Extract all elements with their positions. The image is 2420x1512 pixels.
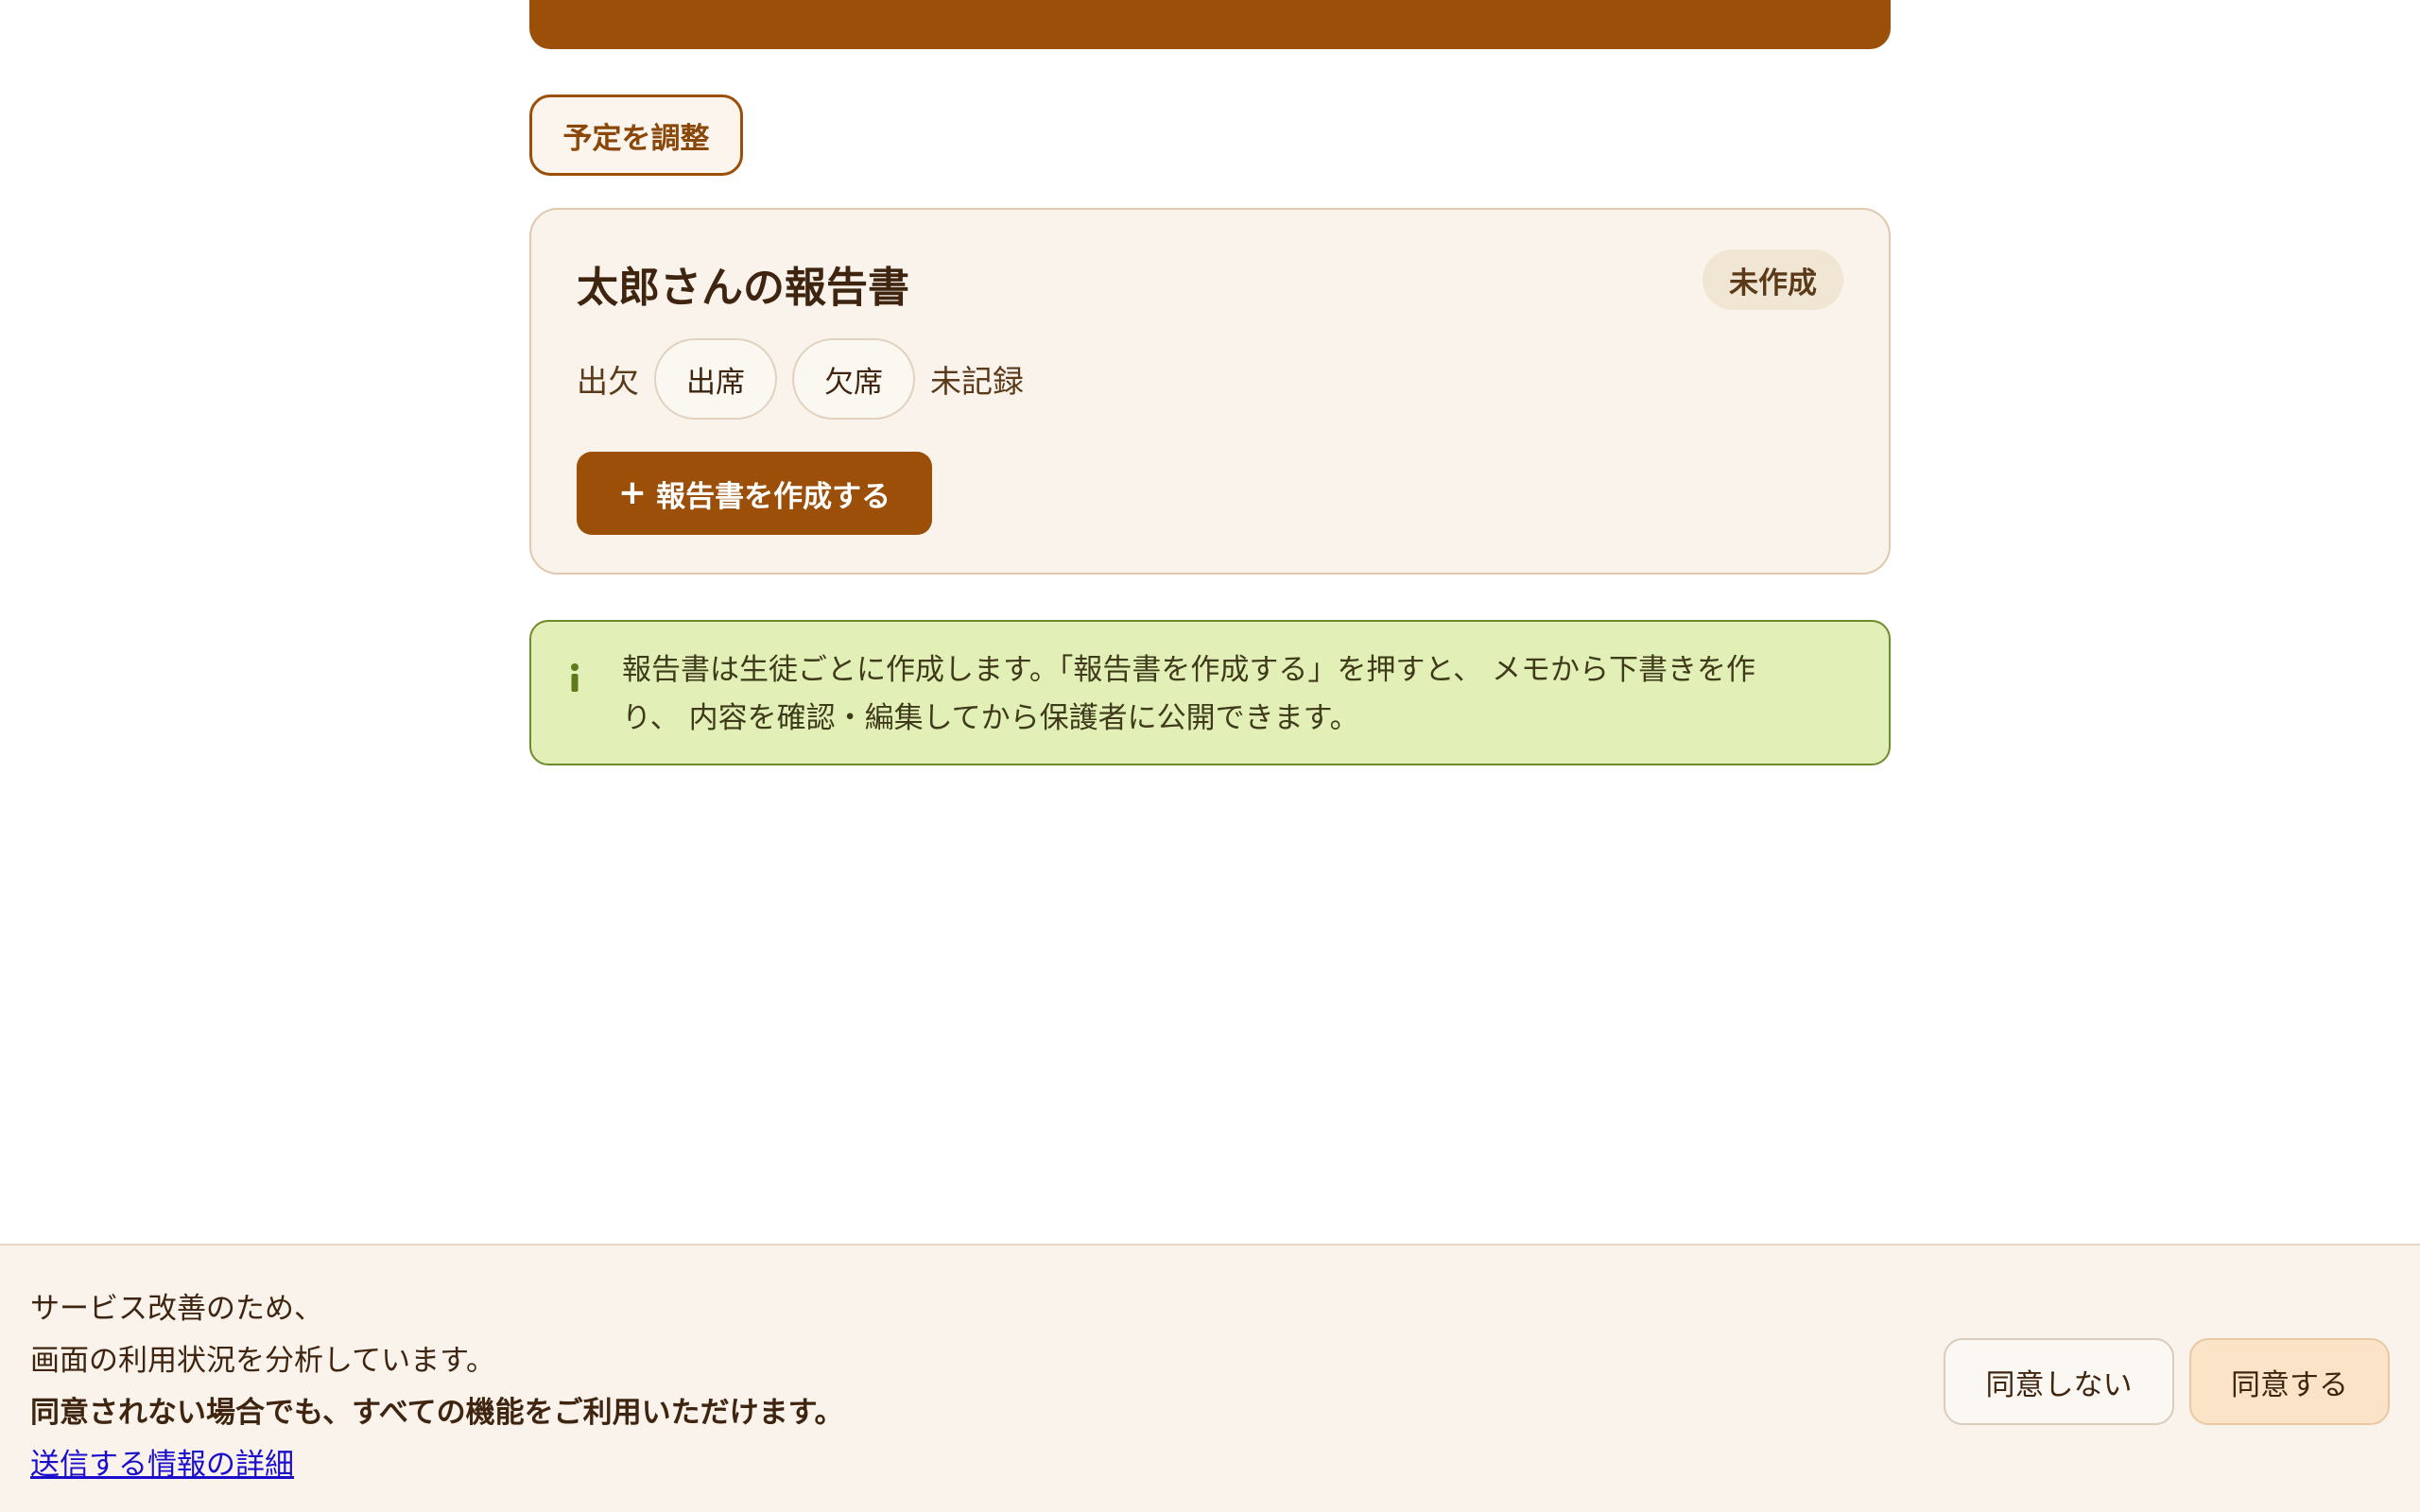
status-badge: 未作成 [1703,249,1843,310]
report-card: 太郎さんの報告書 未作成 出欠 出席 欠席 未記録 + 報告書を作成する [529,208,1891,575]
info-text-line-1: 報告書は生徒ごとに作成します。「報告書を作成する」を押すと、 メモから下書きを作 [622,653,1756,687]
create-report-button[interactable]: + 報告書を作成する [577,452,932,535]
consent-line-2: 画面の利用状況を分析しています。 [30,1344,495,1378]
attendance-status: 未記録 [930,363,1024,400]
create-report-label: 報告書を作成する [656,479,891,514]
consent-details-link[interactable]: 送信する情報の詳細 [30,1439,844,1491]
attendance-row: 出欠 出席 欠席 未記録 [577,338,1024,420]
consent-line-1: サービス改善のため、 [30,1292,323,1326]
consent-line-3: 同意されない場合でも、すべての機能をご利用いただけます。 [30,1396,844,1430]
top-banner [529,0,1891,49]
accept-button[interactable]: 同意する [2189,1338,2390,1425]
adjust-schedule-button[interactable]: 予定を調整 [529,94,743,176]
info-notice: 報告書は生徒ごとに作成します。「報告書を作成する」を押すと、 メモから下書きを作… [529,620,1891,765]
decline-button[interactable]: 同意しない [1944,1338,2174,1425]
info-text: 報告書は生徒ごとに作成します。「報告書を作成する」を押すと、 メモから下書きを作… [622,646,1851,743]
report-card-title: 太郎さんの報告書 [577,264,909,312]
absent-button[interactable]: 欠席 [792,338,915,420]
info-icon [571,663,579,692]
info-text-line-2: り、 内容を確認・編集してから保護者に公開できます。 [622,701,1359,735]
consent-banner: サービス改善のため、 画面の利用状況を分析しています。 同意されない場合でも、す… [0,1244,2420,1512]
plus-icon: + [617,473,648,512]
present-button[interactable]: 出席 [654,338,777,420]
attendance-label: 出欠 [577,363,639,400]
consent-text: サービス改善のため、 画面の利用状況を分析しています。 同意されない場合でも、す… [30,1283,844,1491]
